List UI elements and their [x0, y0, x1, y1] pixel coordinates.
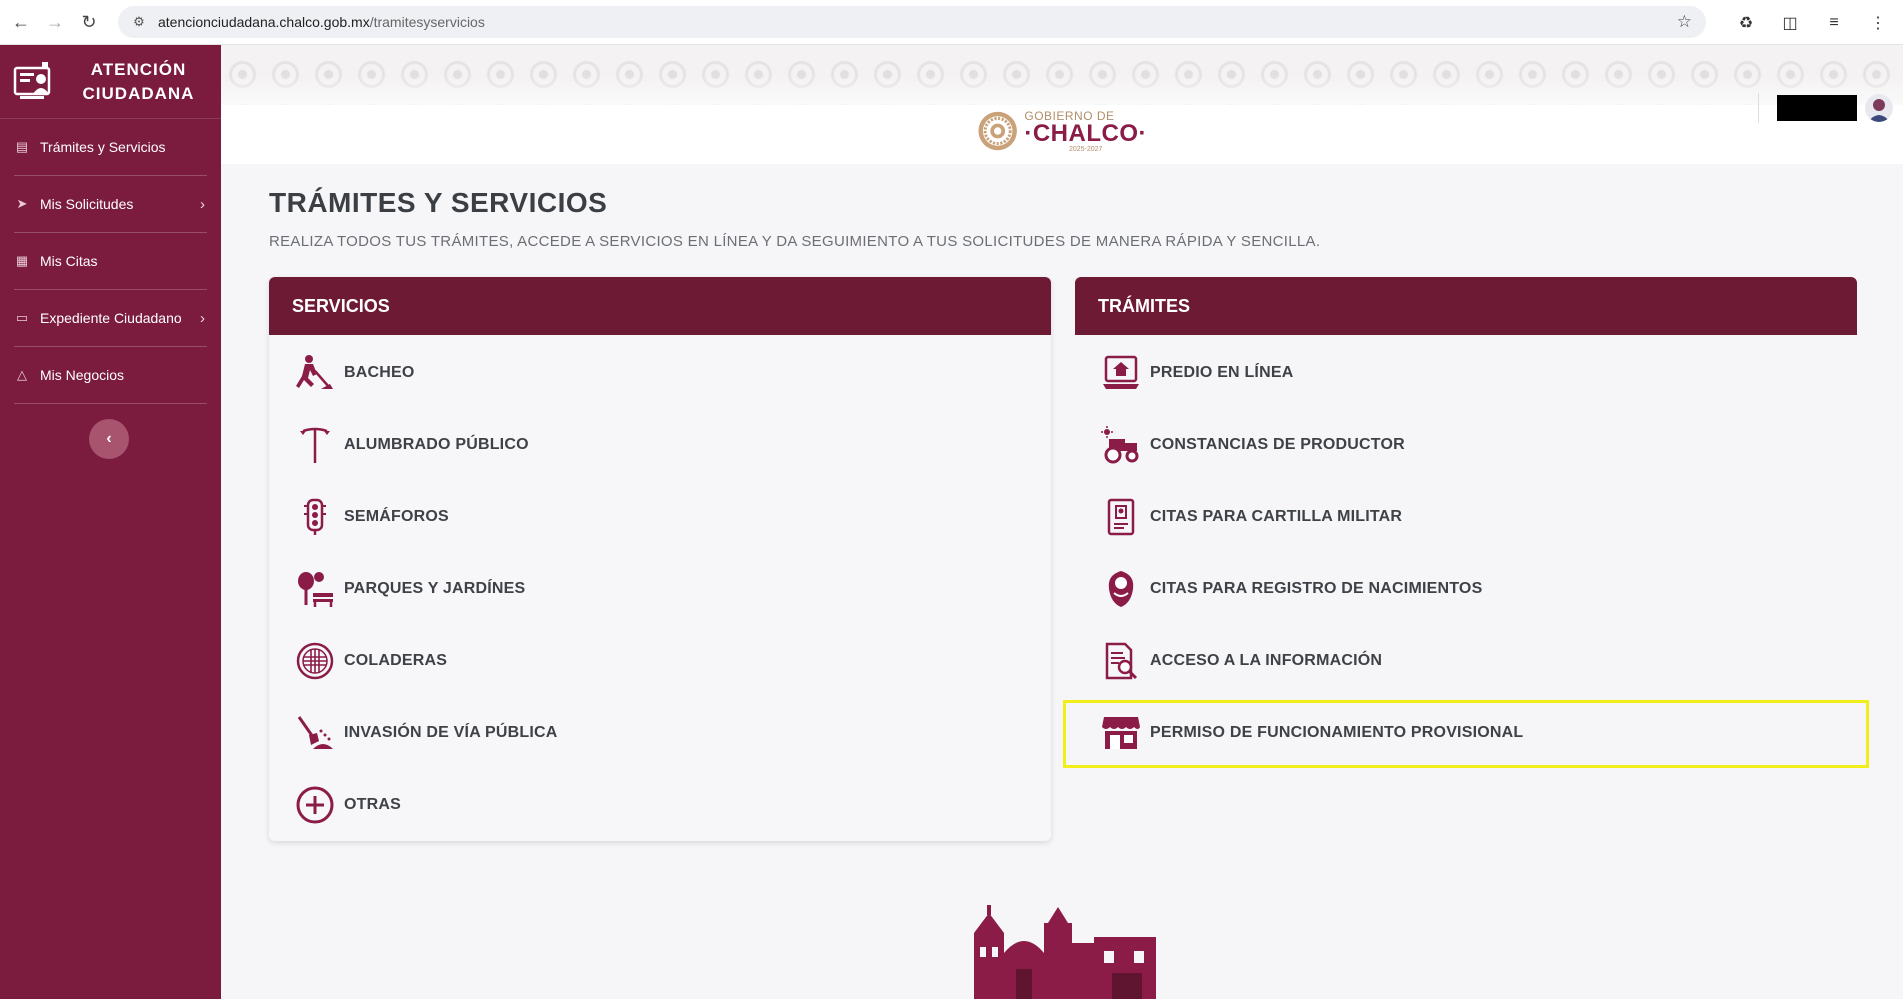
military-id-icon [1100, 496, 1142, 538]
tractor-icon [1100, 424, 1142, 466]
gobierno-chalco-logo[interactable]: GOBIERNO DE ·CHALCO· 2025-2027 [977, 102, 1147, 160]
tramite-label: PREDIO EN LÍNEA [1150, 364, 1294, 381]
tramites-card: TRÁMITES PREDIO EN LÍNEA CONSTANCIAS DE … [1075, 277, 1857, 769]
sidebar-brand[interactable]: ATENCIÓN CIUDADANA [0, 45, 221, 119]
tramite-constancias-productor[interactable]: CONSTANCIAS DE PRODUCTOR [1075, 409, 1857, 481]
reload-icon[interactable]: ↻ [76, 9, 102, 35]
sidebar-item-mis-citas[interactable]: ▦ Mis Citas [14, 233, 207, 290]
sidebar-item-label: Trámites y Servicios [40, 139, 166, 155]
extensions-icon[interactable]: ◫ [1779, 13, 1801, 33]
browser-toolbar: ← → ↻ ⚙ atencionciudadana.chalco.gob.mx/… [0, 0, 1903, 45]
service-otras[interactable]: OTRAS [269, 769, 1051, 841]
street-lamp-icon [294, 424, 336, 466]
servicios-header: SERVICIOS [269, 277, 1051, 335]
traffic-light-icon [294, 496, 336, 538]
service-bacheo[interactable]: BACHEO [269, 337, 1051, 409]
tramite-label: CITAS PARA CARTILLA MILITAR [1150, 508, 1403, 525]
logo-big-text: ·CHALCO· [1024, 119, 1147, 147]
back-icon[interactable]: ← [8, 9, 34, 35]
tramite-label: CITAS PARA REGISTRO DE NACIMIENTOS [1150, 580, 1483, 597]
tramite-cartilla-militar[interactable]: CITAS PARA CARTILLA MILITAR [1075, 481, 1857, 553]
tramite-label: CONSTANCIAS DE PRODUCTOR [1150, 436, 1405, 453]
citizen-service-logo-icon [13, 61, 51, 99]
forward-icon[interactable]: → [42, 9, 68, 35]
url-text[interactable]: atencionciudadana.chalco.gob.mx/tramites… [158, 14, 485, 30]
park-tree-icon [294, 568, 336, 610]
shovel-debris-icon [294, 712, 336, 754]
folder-icon: ▭ [15, 310, 29, 325]
url-domain: atencionciudadana.chalco.gob.mx [158, 14, 370, 30]
service-label: PARQUES Y JARDÍNES [344, 580, 526, 597]
tramite-predio-en-linea[interactable]: PREDIO EN LÍNEA [1075, 337, 1857, 409]
service-label: SEMÁFOROS [344, 508, 449, 525]
drain-grate-icon [294, 640, 336, 682]
laptop-house-icon [1100, 352, 1142, 394]
page-header: GOBIERNO DE ·CHALCO· 2025-2027 [221, 45, 1903, 164]
service-coladeras[interactable]: COLADERAS [269, 625, 1051, 697]
baby-icon [1100, 568, 1142, 610]
service-label: COLADERAS [344, 652, 448, 669]
calendar-icon: ▦ [15, 253, 29, 268]
service-label: ALUMBRADO PÚBLICO [344, 436, 529, 453]
browser-tools: ♻ ◫ ≡ ⋮ [1735, 0, 1903, 45]
service-invasion-via[interactable]: INVASIÓN DE VÍA PÚBLICA [269, 697, 1051, 769]
service-label: INVASIÓN DE VÍA PÚBLICA [344, 724, 558, 741]
sidebar-item-expediente[interactable]: ▭ Expediente Ciudadano › [14, 290, 207, 347]
service-semaforos[interactable]: SEMÁFOROS [269, 481, 1051, 553]
tramite-acceso-informacion[interactable]: ACCESO A LA INFORMACIÓN [1075, 625, 1857, 697]
sidebar-item-label: Expediente Ciudadano [40, 310, 182, 326]
user-menu[interactable] [1758, 93, 1893, 123]
church-silhouette-icon [974, 905, 1156, 999]
service-alumbrado[interactable]: ALUMBRADO PÚBLICO [269, 409, 1051, 481]
media-queue-icon[interactable]: ≡ [1823, 14, 1845, 32]
logo-years: 2025-2027 [1068, 145, 1103, 153]
document-search-icon [1100, 640, 1142, 682]
tramite-registro-nacimientos[interactable]: CITAS PARA REGISTRO DE NACIMIENTOS [1075, 553, 1857, 625]
basket-icon: △ [17, 367, 27, 382]
tramite-label: ACCESO A LA INFORMACIÓN [1150, 652, 1383, 669]
service-parques[interactable]: PARQUES Y JARDÍNES [269, 553, 1051, 625]
page-subtitle: REALIZA TODOS TUS TRÁMITES, ACCEDE A SER… [269, 233, 1321, 250]
list-icon: ▤ [15, 139, 29, 154]
chevron-right-icon: › [200, 309, 205, 327]
brand-line-2: CIUDADANA [82, 83, 195, 103]
tramites-header: TRÁMITES [1075, 277, 1857, 335]
service-label: BACHEO [344, 364, 415, 381]
plus-circle-icon [294, 784, 336, 826]
sidebar-item-mis-solicitudes[interactable]: ➤ Mis Solicitudes › [14, 176, 207, 233]
sidebar-brand-title: ATENCIÓN CIUDADANA [56, 58, 221, 106]
worker-digging-icon [294, 352, 336, 394]
sidebar-item-label: Mis Solicitudes [40, 196, 134, 212]
recycle-icon[interactable]: ♻ [1735, 13, 1757, 33]
servicios-card: SERVICIOS BACHEO ALUMBRADO PÚBLICO SEMÁF… [269, 277, 1051, 841]
sidebar-collapse-button[interactable]: ‹ [89, 419, 129, 459]
sidebar-item-label: Mis Negocios [40, 367, 125, 383]
sidebar: ATENCIÓN CIUDADANA ▤ Trámites y Servicio… [0, 45, 221, 999]
sidebar-item-label: Mis Citas [40, 253, 98, 269]
service-label: OTRAS [344, 796, 401, 813]
send-icon: ➤ [16, 196, 28, 211]
brand-line-1: ATENCIÓN [90, 59, 187, 79]
menu-kebab-icon[interactable]: ⋮ [1867, 13, 1889, 33]
page-title: TRÁMITES Y SERVICIOS [269, 187, 608, 218]
sidebar-item-mis-negocios[interactable]: △ Mis Negocios [14, 347, 207, 404]
user-avatar-icon [1868, 99, 1890, 122]
sun-stone-logo-icon [978, 111, 1017, 151]
address-bar[interactable]: ⚙ atencionciudadana.chalco.gob.mx/tramit… [118, 6, 1706, 38]
chevron-right-icon: › [200, 195, 205, 213]
user-name-redacted [1777, 95, 1857, 121]
avatar[interactable] [1865, 94, 1893, 122]
url-path: /tramitesyservicios [369, 14, 485, 30]
highlight-box [1063, 700, 1869, 768]
bookmark-star-icon[interactable]: ☆ [1677, 12, 1692, 32]
site-info-icon[interactable]: ⚙ [130, 13, 148, 31]
sidebar-item-tramites[interactable]: ▤ Trámites y Servicios [14, 119, 207, 176]
